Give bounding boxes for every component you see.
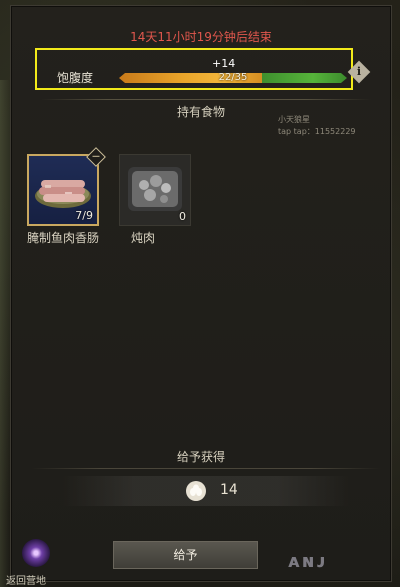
event-timer: 14天11小时19分钟后结束 (130, 30, 272, 44)
food-count: 7/9 (75, 209, 93, 222)
food-item-sausage[interactable]: 7/9 腌制鱼肉香肠 (27, 147, 106, 246)
food-thumb[interactable]: 0 (119, 154, 191, 226)
satiety-value: 22/35 (218, 72, 248, 83)
return-camp-button[interactable]: 返回营地 (6, 539, 70, 587)
food-count: 0 (179, 210, 186, 223)
egg-food-icon (186, 481, 206, 501)
watermark-id: tap tap：11552229 (278, 127, 356, 136)
watermark-name: 小天狼星 (278, 115, 310, 124)
section-divider (41, 99, 371, 100)
info-icon[interactable]: i (347, 60, 371, 84)
satiety-gain: +14 (212, 57, 236, 70)
background-edge (0, 80, 10, 587)
satiety-highlight: 饱腹度 +14 22/35 (35, 48, 353, 90)
satiety-bar: 22/35 (119, 73, 347, 83)
food-name: 炖肉 (131, 231, 156, 245)
give-amount: 14 (220, 482, 238, 498)
corner-logo: ᴀɴᴊ (288, 551, 328, 572)
feed-panel: 14天11小时19分钟后结束 饱腹度 +14 22/35 i 持有食物 小天狼星… (10, 5, 392, 582)
return-camp-label: 返回营地 (6, 576, 46, 587)
give-result-bar: 14 (61, 476, 351, 506)
food-item-stew[interactable]: 0 炖肉 (119, 154, 191, 246)
give-title: 给予获得 (176, 450, 225, 464)
food-thumb[interactable]: 7/9 (27, 147, 106, 226)
game-screen: 14天11小时19分钟后结束 饱腹度 +14 22/35 i 持有食物 小天狼星… (0, 0, 400, 587)
give-button[interactable]: 给予 (113, 541, 258, 569)
watermark: 小天狼星 tap tap：11552229 (278, 114, 356, 138)
portal-icon (22, 539, 50, 567)
give-divider (31, 468, 381, 469)
satiety-label: 饱腹度 (57, 71, 94, 85)
food-name: 腌制鱼肉香肠 (27, 231, 100, 245)
